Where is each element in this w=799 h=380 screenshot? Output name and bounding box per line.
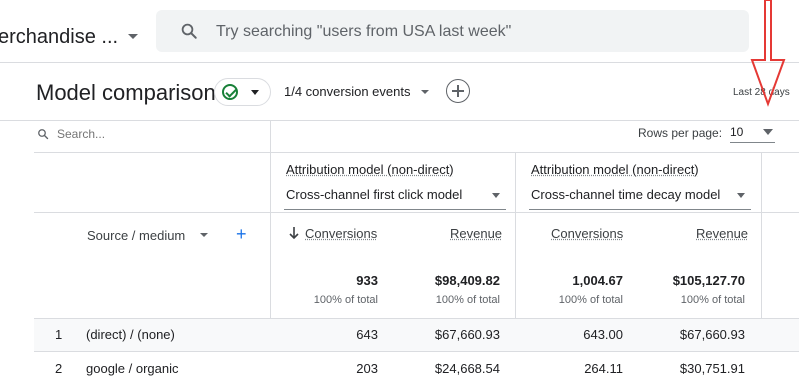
select-underline [529, 209, 751, 210]
model-label: Attribution model (non-direct) [531, 162, 699, 177]
chevron-down-icon[interactable] [128, 34, 138, 39]
chevron-down-icon[interactable] [737, 193, 745, 198]
row-conversions: 643.00 [583, 327, 623, 342]
model-select[interactable]: Cross-channel first click model [286, 187, 462, 202]
chevron-down-icon[interactable] [421, 90, 429, 94]
add-dimension-button[interactable]: + [236, 225, 247, 243]
row-divider [34, 152, 799, 153]
conversions-column-header[interactable]: Conversions [305, 226, 377, 241]
select-underline [284, 209, 506, 210]
model-select[interactable]: Cross-channel time decay model [531, 187, 720, 202]
search-icon [181, 23, 197, 39]
column-divider [270, 121, 271, 318]
chevron-down-icon[interactable] [200, 233, 208, 237]
total-percent: 100% of total [313, 294, 378, 306]
chevron-down-icon [251, 90, 259, 95]
row-revenue: $30,751.91 [679, 361, 745, 376]
global-search[interactable]: Try searching "users from USA last week" [156, 10, 749, 52]
table-search-input[interactable] [57, 127, 217, 141]
chevron-down-icon[interactable] [492, 193, 500, 198]
conversion-events-selector[interactable]: 1/4 conversion events [284, 84, 410, 99]
check-circle-icon [222, 84, 238, 100]
annotation-arrow [750, 0, 786, 107]
total-conversions: 1,004.67 [572, 273, 623, 288]
total-percent: 100% of total [558, 294, 623, 306]
row-revenue: $24,668.54 [434, 361, 500, 376]
property-selector[interactable]: erchandise ... [0, 26, 118, 49]
total-revenue: $105,127.70 [672, 273, 745, 288]
section-divider [0, 120, 799, 121]
model-label: Attribution model (non-direct) [286, 162, 454, 177]
dimension-header[interactable]: Source / medium [87, 228, 185, 243]
total-percent: 100% of total [680, 294, 745, 306]
rows-per-page-select[interactable]: 10 [730, 125, 743, 139]
row-conversions: 643 [356, 327, 378, 342]
column-divider [515, 152, 516, 318]
row-dimension[interactable]: google / organic [86, 361, 179, 376]
search-placeholder: Try searching "users from USA last week" [216, 23, 512, 40]
row-revenue: $67,660.93 [434, 327, 500, 342]
header-divider [0, 62, 799, 63]
arrow-down-icon[interactable] [289, 226, 299, 240]
top-bar: erchandise ... Try searching "users from… [0, 0, 799, 62]
row-conversions: 203 [356, 361, 378, 376]
row-dimension[interactable]: (direct) / (none) [86, 327, 175, 342]
row-index: 2 [55, 361, 63, 376]
revenue-column-header[interactable]: Revenue [450, 226, 502, 241]
row-divider [34, 212, 799, 213]
page-title: Model comparison [36, 80, 216, 105]
add-comparison-button[interactable] [446, 79, 470, 103]
revenue-column-header[interactable]: Revenue [696, 226, 748, 241]
report-status-button[interactable] [214, 78, 271, 106]
row-index: 1 [55, 327, 63, 342]
total-percent: 100% of total [435, 294, 500, 306]
search-icon [38, 129, 49, 140]
row-conversions: 264.11 [584, 361, 623, 376]
total-conversions: 933 [356, 273, 378, 288]
row-revenue: $67,660.93 [679, 327, 745, 342]
conversions-column-header[interactable]: Conversions [551, 226, 623, 241]
total-revenue: $98,409.82 [434, 273, 500, 288]
rows-per-page-label: Rows per page: [638, 126, 723, 140]
